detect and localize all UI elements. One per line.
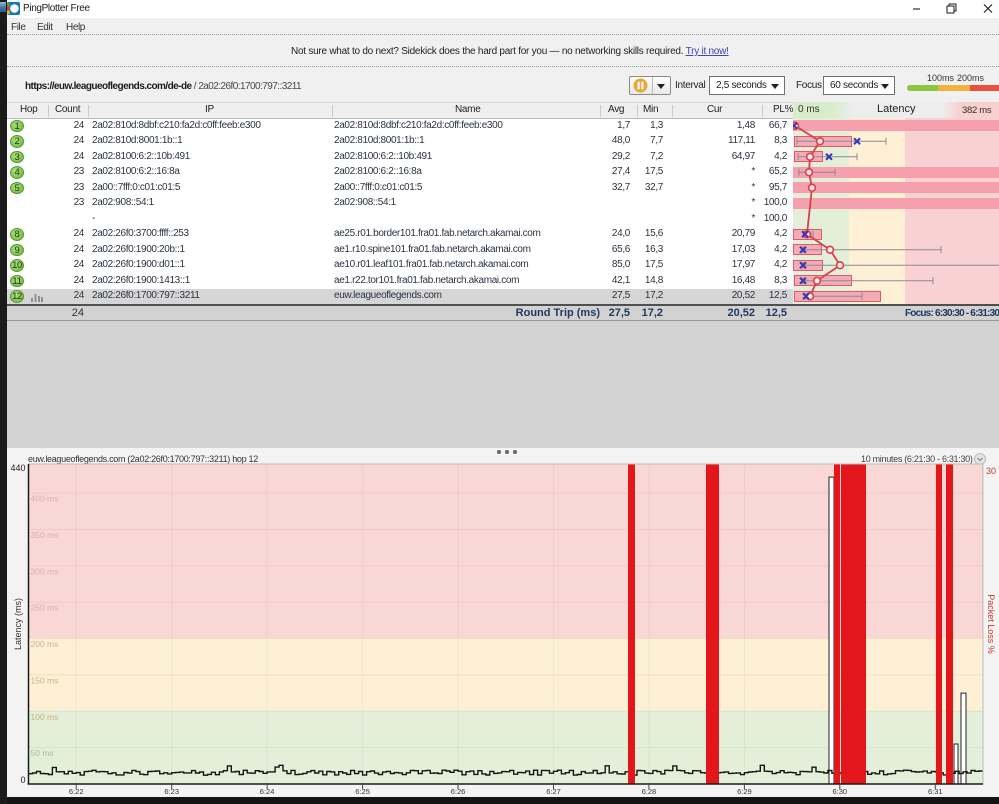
svg-text:250 ms: 250 ms — [31, 603, 59, 613]
svg-text:100 ms: 100 ms — [31, 712, 59, 722]
svg-text:6:22: 6:22 — [69, 787, 84, 796]
svg-text:6:30: 6:30 — [832, 787, 847, 796]
svg-text:400 ms: 400 ms — [31, 494, 59, 504]
svg-text:6:27: 6:27 — [546, 787, 561, 796]
svg-text:440: 440 — [10, 463, 25, 473]
svg-text:6:26: 6:26 — [451, 787, 466, 796]
svg-text:200 ms: 200 ms — [31, 639, 59, 649]
svg-text:30: 30 — [986, 466, 996, 476]
svg-text:6:24: 6:24 — [260, 787, 275, 796]
svg-text:150 ms: 150 ms — [31, 675, 59, 685]
svg-text:6:23: 6:23 — [164, 787, 179, 796]
svg-text:0: 0 — [20, 775, 25, 785]
svg-text:50 ms: 50 ms — [31, 748, 54, 758]
svg-text:6:31: 6:31 — [928, 787, 943, 796]
svg-text:Latency (ms): Latency (ms) — [13, 598, 23, 650]
svg-text:6:25: 6:25 — [355, 787, 370, 796]
svg-text:350 ms: 350 ms — [31, 530, 59, 540]
svg-text:6:28: 6:28 — [642, 787, 657, 796]
svg-text:6:29: 6:29 — [737, 787, 752, 796]
svg-text:Packet Loss %: Packet Loss % — [986, 594, 996, 654]
svg-text:300 ms: 300 ms — [31, 566, 59, 576]
